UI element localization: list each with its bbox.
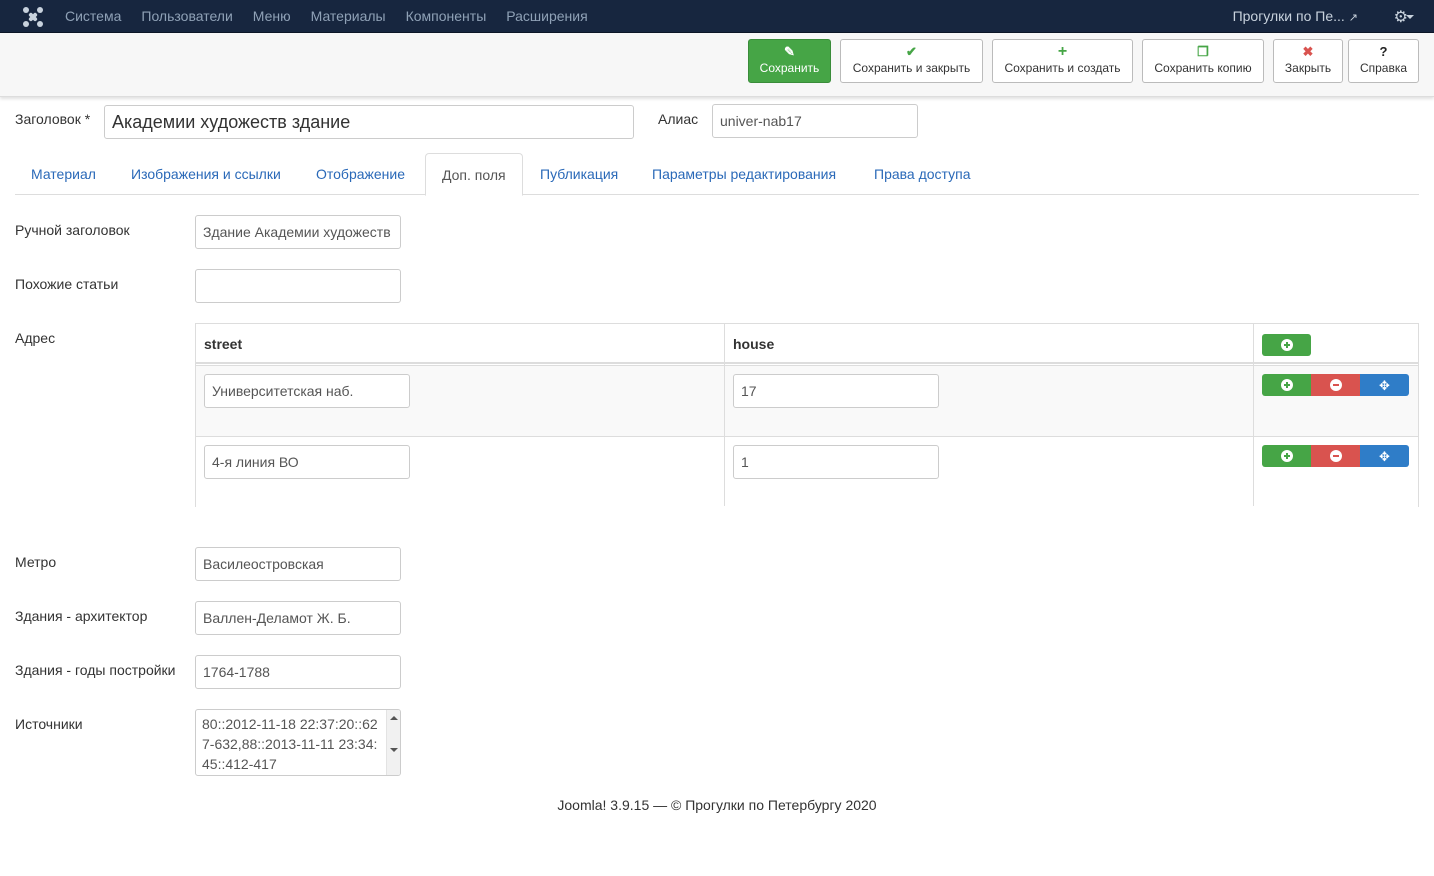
add-row-icon-wrap [1262, 334, 1311, 356]
related-articles-input[interactable] [195, 269, 401, 303]
tab-content[interactable]: Материал [15, 153, 112, 195]
metro-label: Метро [15, 554, 57, 570]
build-years-input[interactable]: 1764-1788 [195, 655, 401, 689]
save-close-button[interactable]: ✔ Сохранить и закрыть [840, 39, 983, 83]
manual-title-input[interactable]: Здание Академии художеств [195, 215, 401, 249]
plus-circle-icon [1280, 379, 1293, 391]
close-circle-icon: ✖ [1302, 44, 1314, 59]
house-input[interactable]: 17 [733, 374, 939, 408]
tab-editing-params[interactable]: Параметры редактирования [636, 153, 852, 195]
top-navbar: Система Пользователи Меню Материалы Комп… [0, 0, 1434, 33]
save-new-label: Сохранить и создать [1004, 61, 1121, 75]
add-after-button[interactable] [1262, 445, 1311, 467]
footer: Joomla! 3.9.15 — © Прогулки по Петербург… [557, 797, 877, 813]
move-row-handle[interactable]: ✥ [1360, 374, 1409, 396]
close-button[interactable]: ✖ Закрыть [1273, 39, 1343, 83]
title-label: Заголовок * [15, 111, 91, 127]
menu-item-components[interactable]: Компоненты [396, 0, 497, 33]
help-label: Справка [1359, 61, 1408, 75]
house-input[interactable]: 1 [733, 445, 939, 479]
sources-textarea[interactable]: 80::2012-11-18 22:37:20::627-632,88::201… [195, 709, 401, 776]
minus-circle-icon [1329, 379, 1342, 391]
menu-item-extensions[interactable]: Расширения [496, 0, 597, 33]
sources-text: 80::2012-11-18 22:37:20::627-632,88::201… [202, 716, 378, 772]
scroll-down-icon[interactable] [390, 748, 398, 752]
address-subform-table: street house Университетская наб. 17 ✥ 4… [195, 323, 1419, 507]
textarea-scrollbar[interactable] [386, 710, 400, 775]
move-icon: ✥ [1379, 377, 1390, 393]
menu-item-menus[interactable]: Меню [243, 0, 301, 33]
metro-input[interactable]: Василеостровская [195, 547, 401, 581]
add-after-button[interactable] [1262, 374, 1311, 396]
address-table-header: street house [196, 324, 1418, 364]
minus-circle-icon [1329, 450, 1342, 462]
check-icon: ✔ [906, 44, 917, 59]
save-new-button[interactable]: + Сохранить и создать [992, 39, 1133, 83]
chevron-down-icon[interactable] [1406, 15, 1414, 19]
tab-extra-fields[interactable]: Доп. поля [425, 153, 523, 196]
menu-item-system[interactable]: Система [55, 0, 131, 33]
save-button[interactable]: ✎ Сохранить [748, 39, 831, 83]
architect-input[interactable]: Валлен-Деламот Ж. Б. [195, 601, 401, 635]
save-copy-label: Сохранить копию [1154, 61, 1252, 75]
tab-display[interactable]: Отображение [300, 153, 421, 195]
move-icon: ✥ [1379, 448, 1390, 464]
scroll-up-icon[interactable] [390, 716, 398, 720]
architect-label: Здания - архитектор [15, 608, 148, 624]
title-input[interactable]: Академии художеств здание [104, 105, 634, 139]
alias-label: Алиас [658, 111, 699, 127]
column-divider [1253, 324, 1254, 506]
table-row: 4-я линия ВО 1 ✥ [196, 436, 1418, 507]
save-copy-button[interactable]: ❐ Сохранить копию [1142, 39, 1264, 83]
site-name: Прогулки по Пе... [1232, 8, 1345, 24]
build-years-label: Здания - годы постройки [15, 662, 176, 678]
copy-icon: ❐ [1197, 44, 1209, 59]
manual-title-label: Ручной заголовок [15, 222, 130, 238]
question-circle-icon: ? [1379, 44, 1388, 59]
plus-circle-icon [1280, 339, 1293, 351]
row-actions: ✥ [1262, 374, 1409, 396]
table-row: Университетская наб. 17 ✥ [196, 365, 1418, 436]
joomla-logo-icon[interactable] [22, 6, 44, 28]
help-button[interactable]: ? Справка [1348, 39, 1419, 83]
main-menu: Система Пользователи Меню Материалы Комп… [55, 0, 598, 33]
edit-icon: ✎ [784, 44, 795, 59]
related-articles-label: Похожие статьи [15, 276, 119, 292]
street-input[interactable]: Университетская наб. [204, 374, 410, 408]
street-input[interactable]: 4-я линия ВО [204, 445, 410, 479]
column-street-header: street [204, 336, 243, 352]
plus-circle-icon [1280, 450, 1293, 462]
remove-row-button[interactable] [1311, 374, 1360, 396]
address-label: Адрес [15, 330, 56, 346]
menu-item-users[interactable]: Пользователи [131, 0, 242, 33]
menu-item-content[interactable]: Материалы [301, 0, 396, 33]
tab-permissions[interactable]: Права доступа [858, 153, 986, 195]
save-button-label: Сохранить [759, 61, 820, 75]
row-actions: ✥ [1262, 445, 1409, 467]
tab-publishing[interactable]: Публикация [524, 153, 634, 195]
column-divider [724, 324, 725, 506]
column-house-header: house [733, 336, 775, 352]
external-link-icon: ↗ [1348, 12, 1358, 24]
tab-images-links[interactable]: Изображения и ссылки [115, 153, 297, 195]
tab-bar: Материал Изображения и ссылки Отображени… [15, 153, 1419, 196]
plus-icon: + [1057, 43, 1068, 60]
close-label: Закрыть [1284, 61, 1332, 75]
move-row-handle[interactable]: ✥ [1360, 445, 1409, 467]
site-link[interactable]: Прогулки по Пе... ↗ [1233, 0, 1358, 35]
remove-row-button[interactable] [1311, 445, 1360, 467]
alias-input[interactable]: univer-nab17 [712, 104, 918, 138]
toolbar: ✎ Сохранить ✔ Сохранить и закрыть + Сохр… [0, 33, 1434, 97]
sources-label: Источники [15, 716, 83, 732]
add-row-button[interactable] [1262, 334, 1311, 356]
save-close-label: Сохранить и закрыть [852, 61, 971, 75]
